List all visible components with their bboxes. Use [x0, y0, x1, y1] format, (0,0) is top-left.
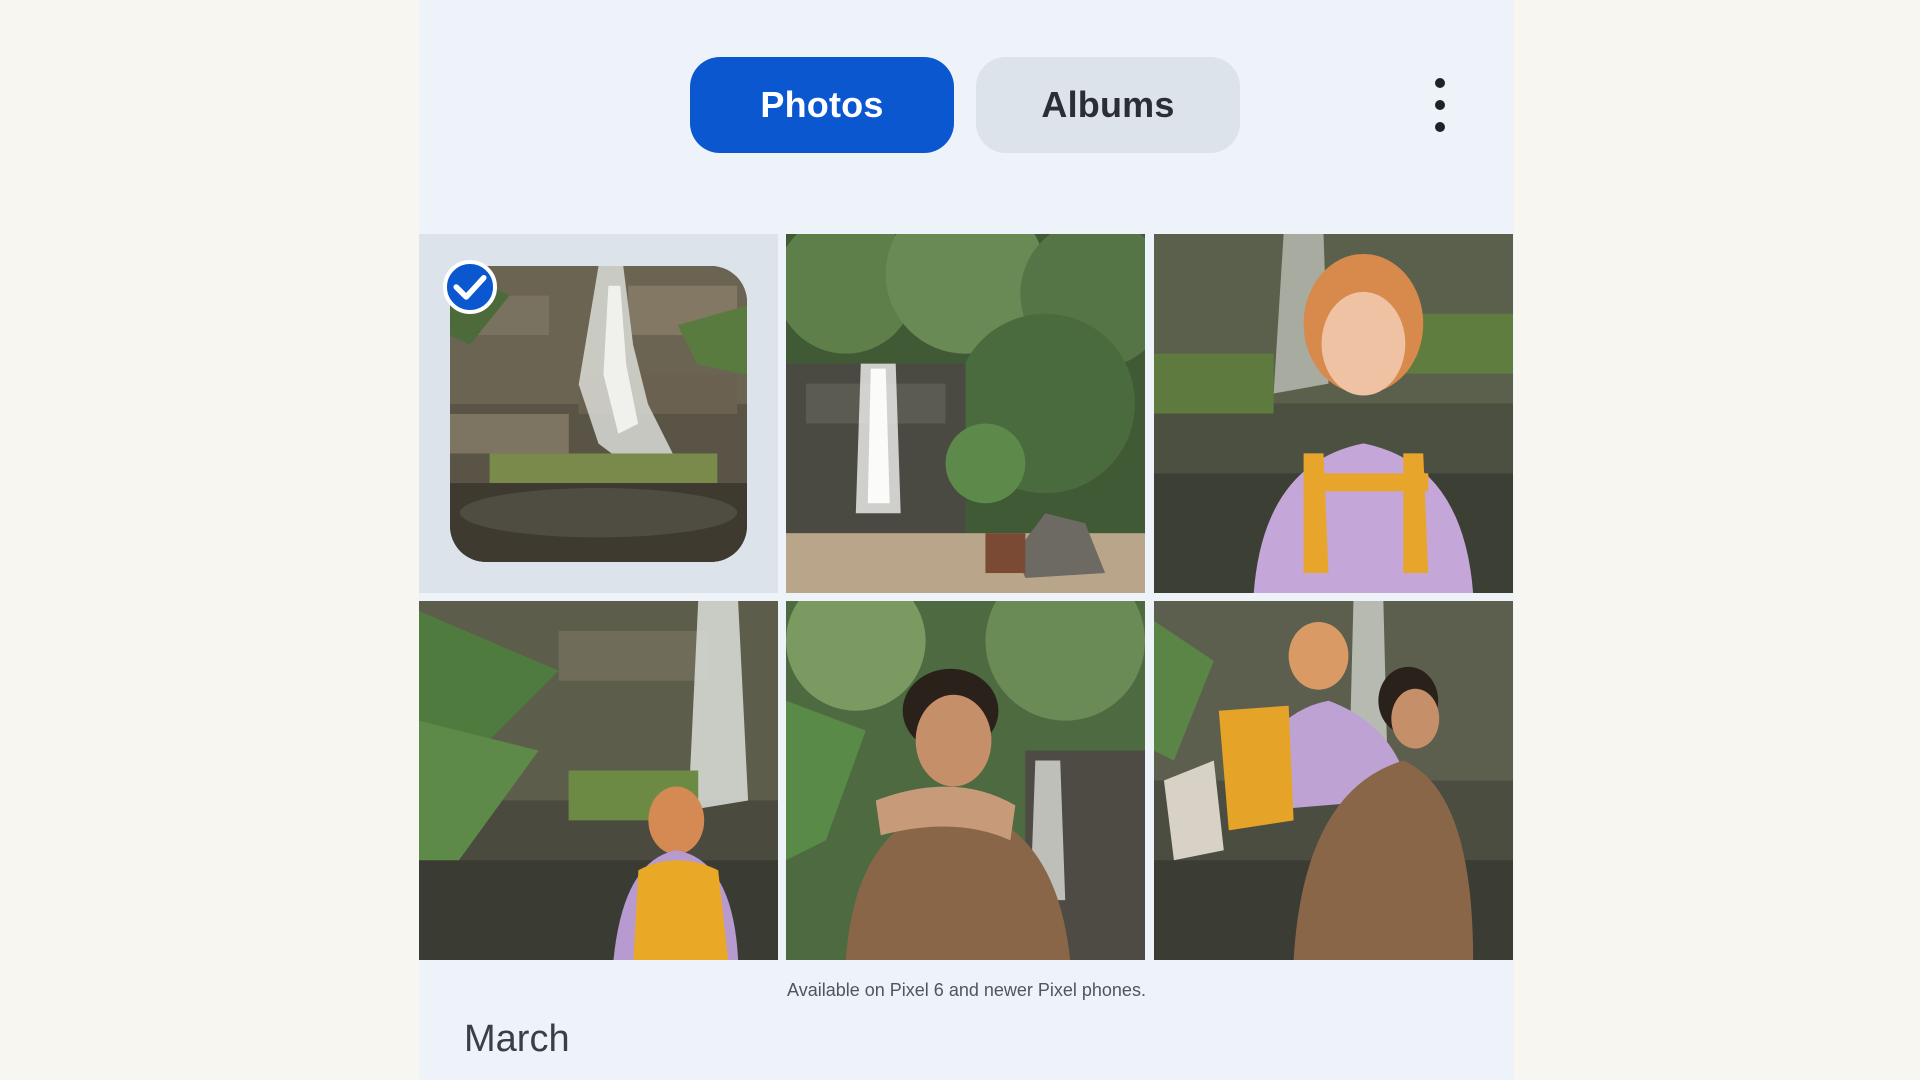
woman-portrait-photo[interactable]: [1154, 234, 1513, 593]
garden-waterfall-photo[interactable]: [786, 234, 1145, 593]
waterfall-photo: [450, 266, 747, 562]
section-title-month: March: [464, 1018, 570, 1060]
availability-caption: Available on Pixel 6 and newer Pixel pho…: [787, 980, 1146, 1000]
woman-back-photo[interactable]: [419, 601, 778, 960]
more-vert-icon[interactable]: [1425, 78, 1455, 132]
photo-tile-waterfall[interactable]: [419, 234, 778, 593]
photos-app-screen: Photos Albums Available on Pixel 6 and n…: [419, 0, 1514, 1080]
man-laughing-photo[interactable]: [786, 601, 1145, 960]
tab-albums[interactable]: Albums: [976, 57, 1240, 153]
photo-grid: [419, 234, 1514, 960]
selected-check-icon[interactable]: [443, 260, 497, 314]
tab-photos[interactable]: Photos: [690, 57, 954, 153]
piggyback-photo[interactable]: [1154, 601, 1513, 960]
